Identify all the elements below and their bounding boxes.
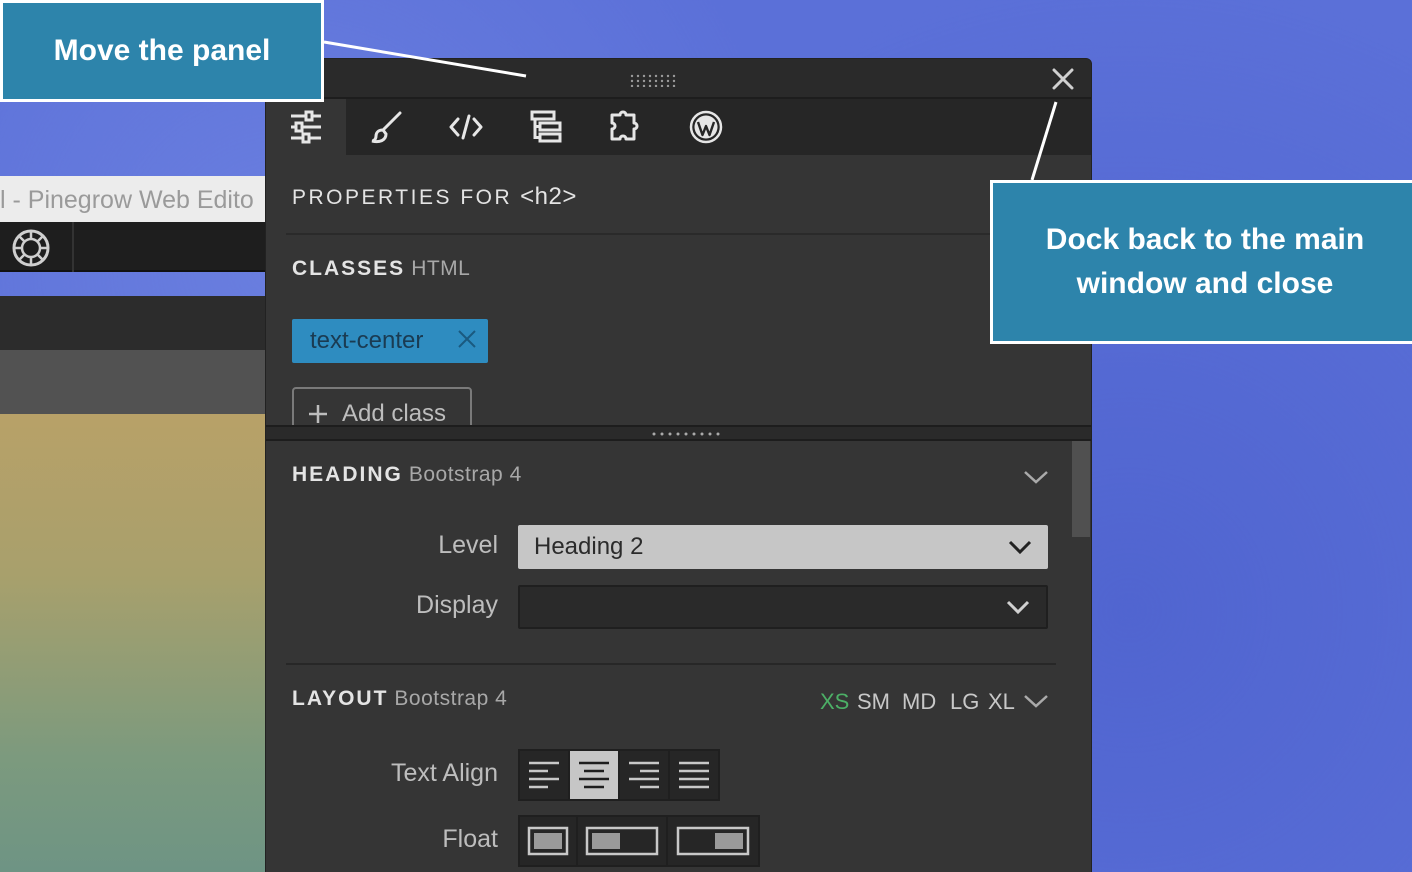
puzzle-icon (610, 110, 639, 141)
align-justify-icon (679, 761, 709, 789)
float-none-icon (527, 826, 569, 856)
chevron-down-icon[interactable] (1023, 469, 1049, 485)
layout-section-title: LAYOUT Bootstrap 4 (292, 687, 507, 711)
add-class-label: Add class (342, 400, 447, 427)
classes-heading: CLASSES HTML (292, 257, 470, 281)
pinegrow-logo-icon[interactable] (10, 227, 52, 269)
chevron-down-icon (1006, 600, 1030, 615)
layout-title: LAYOUT (292, 687, 389, 710)
text-align-group (518, 749, 720, 801)
properties-for-heading: PROPERTIES FOR <h2> (292, 183, 577, 211)
float-right-button[interactable] (668, 817, 758, 865)
panel-tabbar (266, 99, 1091, 155)
properties-for-label: PROPERTIES FOR (292, 186, 513, 209)
display-select[interactable] (518, 585, 1048, 629)
text-align-label: Text Align (390, 759, 498, 787)
class-chip[interactable]: text-center (292, 319, 488, 363)
heading-framework: Bootstrap 4 (408, 463, 522, 486)
float-left-button[interactable] (578, 817, 668, 865)
align-center-icon (579, 761, 609, 789)
breakpoint-xs[interactable]: XS (820, 689, 849, 715)
background-window-title: l - Pinegrow Web Edito (0, 176, 270, 224)
tab-code[interactable] (426, 99, 506, 155)
remove-class-icon[interactable] (456, 328, 478, 350)
level-value: Heading 2 (534, 533, 644, 560)
chevron-down-icon (1008, 540, 1032, 555)
layout-framework: Bootstrap 4 (394, 687, 508, 710)
callout-dock-close: Dock back to the main window and close (990, 180, 1412, 344)
align-right-button[interactable] (620, 751, 670, 799)
tab-tree[interactable] (506, 99, 586, 155)
section-splitter[interactable] (266, 425, 1091, 441)
breakpoint-md[interactable]: MD (902, 689, 936, 715)
breakpoint-sm[interactable]: SM (857, 689, 890, 715)
code-icon (449, 114, 483, 140)
tab-style[interactable] (346, 99, 426, 155)
selected-tag: <h2> (520, 183, 577, 210)
divider (286, 233, 996, 235)
splitter-handle-icon (652, 432, 720, 436)
level-select[interactable]: Heading 2 (518, 525, 1048, 569)
close-icon[interactable] (1052, 68, 1074, 90)
breakpoint-xl[interactable]: XL (988, 689, 1015, 715)
display-label: Display (416, 591, 498, 619)
properties-section: PROPERTIES FOR <h2> CLASSES HTML text-cent… (266, 155, 1091, 437)
background-toolbar (0, 222, 270, 272)
tree-icon (530, 110, 562, 143)
panel-drag-bar[interactable] (266, 59, 1091, 99)
float-label: Float (442, 825, 498, 853)
tab-properties[interactable] (266, 99, 346, 155)
align-justify-button[interactable] (670, 751, 718, 799)
align-right-icon (629, 761, 659, 789)
class-chip-label: text-center (310, 327, 424, 354)
scrollbar-thumb[interactable] (1072, 441, 1090, 537)
drag-handle-icon[interactable] (630, 73, 680, 87)
background-strip (0, 350, 270, 414)
classes-subtitle: HTML (411, 257, 471, 280)
heading-section-title: HEADING Bootstrap 4 (292, 463, 522, 487)
wordpress-icon (689, 110, 723, 144)
chevron-down-icon[interactable] (1023, 693, 1049, 709)
brush-icon (371, 111, 402, 144)
heading-title: HEADING (292, 463, 403, 486)
tab-components[interactable] (586, 99, 666, 155)
float-group (518, 815, 760, 867)
float-left-icon (585, 826, 659, 856)
breakpoint-lg[interactable]: LG (950, 689, 979, 715)
tab-wordpress[interactable] (666, 99, 746, 155)
align-left-icon (529, 761, 559, 789)
background-strip (0, 296, 270, 350)
float-none-button[interactable] (520, 817, 578, 865)
toolbar-separator (72, 222, 74, 272)
float-right-icon (676, 826, 750, 856)
sliders-icon (291, 110, 321, 144)
level-label: Level (438, 531, 498, 559)
page-canvas-preview (0, 414, 270, 872)
align-center-button[interactable] (570, 751, 620, 799)
callout-move-panel: Move the panel (0, 0, 324, 102)
classes-title: CLASSES (292, 257, 406, 280)
plus-icon (309, 405, 327, 423)
background-editor-window: l - Pinegrow Web Edito (0, 176, 270, 872)
divider (286, 663, 1056, 665)
floating-properties-panel: PROPERTIES FOR <h2> CLASSES HTML text-cent… (265, 58, 1092, 872)
align-left-button[interactable] (520, 751, 570, 799)
